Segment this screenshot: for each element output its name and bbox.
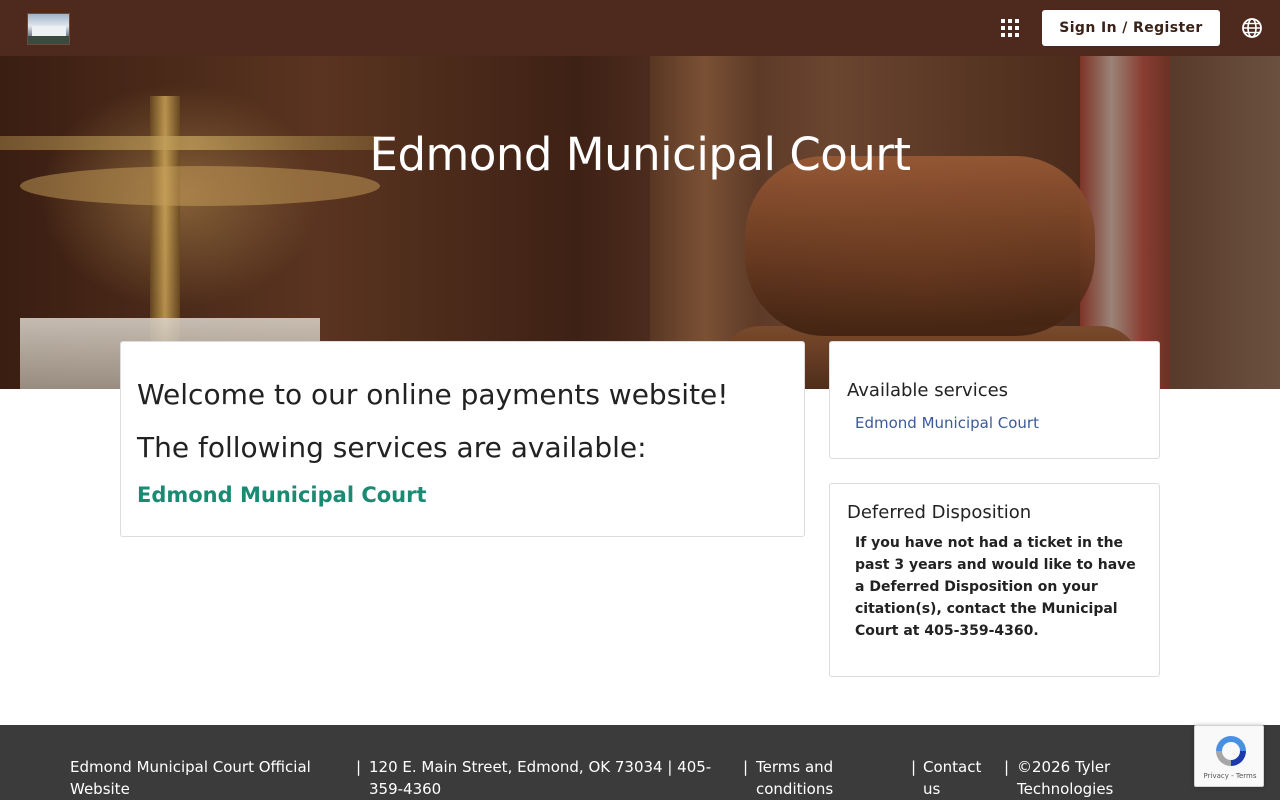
recaptcha-icon: [1216, 736, 1246, 766]
deferred-disposition-text: If you have not had a ticket in the past…: [855, 535, 1136, 639]
deferred-disposition-heading: Deferred Disposition: [847, 502, 1032, 523]
services-available-heading: The following services are available:: [137, 431, 647, 464]
sign-in-register-button[interactable]: Sign In / Register: [1042, 10, 1220, 46]
court-building-logo[interactable]: [27, 13, 70, 45]
page-title: Edmond Municipal Court: [369, 128, 911, 181]
recaptcha-badge[interactable]: Privacy - Terms: [1194, 725, 1264, 787]
footer-terms-link[interactable]: Terms and conditions: [756, 756, 896, 800]
top-navigation-bar: Sign In / Register: [0, 0, 1280, 56]
globe-icon[interactable]: [1241, 17, 1263, 39]
footer: Edmond Municipal Court Official Website …: [0, 725, 1280, 800]
edmond-municipal-court-service-link[interactable]: Edmond Municipal Court: [137, 483, 427, 507]
footer-separator: |: [743, 758, 749, 776]
deferred-disposition-card: Deferred Disposition If you have not had…: [829, 483, 1160, 677]
welcome-card: Welcome to our online payments website! …: [120, 341, 805, 537]
footer-separator: |: [911, 758, 917, 776]
available-services-heading: Available services: [847, 380, 1009, 401]
hero-banner: Edmond Municipal Court: [0, 56, 1280, 389]
available-services-card: Available services Edmond Municipal Cour…: [829, 341, 1160, 459]
available-service-link[interactable]: Edmond Municipal Court: [855, 414, 1039, 432]
footer-contact-link[interactable]: Contact us: [923, 756, 993, 800]
footer-separator: |: [1004, 758, 1010, 776]
recaptcha-privacy-terms[interactable]: Privacy - Terms: [1195, 772, 1265, 780]
footer-copyright: ©2026 Tyler Technologies: [1017, 758, 1114, 798]
footer-site-name: Edmond Municipal Court Official Website: [70, 758, 311, 798]
welcome-heading: Welcome to our online payments website!: [137, 378, 729, 411]
footer-address: 120 E. Main Street, Edmond, OK 73034 | 4…: [369, 758, 712, 798]
hero-gavel-head: [745, 156, 1095, 336]
footer-separator: |: [356, 758, 362, 776]
apps-grid-icon[interactable]: [1000, 18, 1020, 38]
